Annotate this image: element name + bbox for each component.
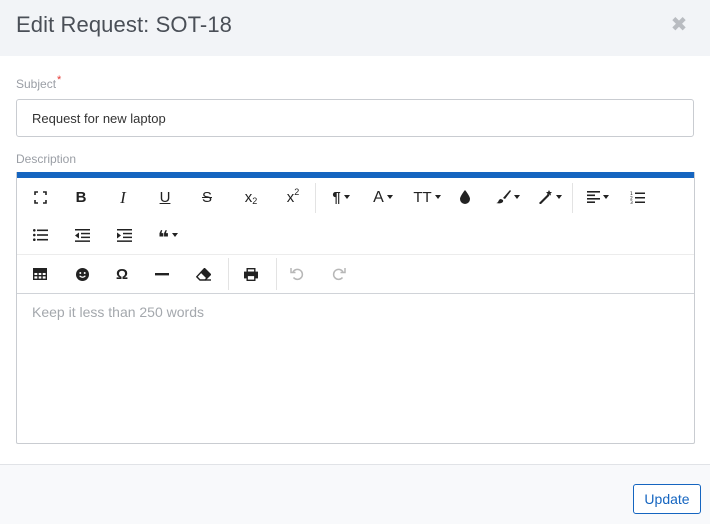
subscript-digit: 2 bbox=[252, 196, 258, 206]
font-size-icon[interactable]: TT bbox=[410, 184, 444, 210]
strikethrough-icon[interactable]: S bbox=[198, 184, 216, 210]
quote-glyph: ❝ bbox=[157, 227, 170, 249]
chevron-down-icon bbox=[172, 233, 179, 237]
quote-icon[interactable]: ❝ bbox=[153, 222, 183, 248]
update-button[interactable]: Update bbox=[633, 484, 701, 514]
emoticon-icon[interactable] bbox=[73, 261, 91, 287]
font-family-glyph: A bbox=[373, 188, 384, 206]
superscript-icon[interactable]: x2 bbox=[282, 184, 304, 210]
chevron-down-icon bbox=[514, 195, 520, 199]
horizontal-line-icon[interactable] bbox=[153, 261, 171, 287]
fullscreen-icon[interactable] bbox=[31, 184, 49, 210]
outdent-icon[interactable] bbox=[73, 222, 91, 248]
align-icon[interactable] bbox=[584, 184, 612, 210]
unordered-list-icon[interactable] bbox=[31, 222, 49, 248]
chevron-down-icon bbox=[386, 195, 393, 199]
description-label: Description bbox=[16, 152, 77, 166]
required-indicator: * bbox=[57, 74, 62, 86]
subscript-icon[interactable]: x2 bbox=[240, 184, 262, 210]
paragraph-format-icon[interactable]: ¶ bbox=[326, 184, 356, 210]
description-editor-area[interactable]: Keep it less than 250 words bbox=[17, 288, 694, 443]
clear-formatting-icon[interactable] bbox=[194, 261, 212, 287]
background-color-icon[interactable] bbox=[493, 184, 523, 210]
toolbar-separator bbox=[315, 183, 316, 213]
superscript-x: x bbox=[286, 188, 295, 206]
editor-placeholder: Keep it less than 250 words bbox=[32, 304, 204, 320]
redo-icon[interactable] bbox=[330, 261, 348, 287]
font-size-glyph: TT bbox=[413, 188, 432, 206]
edit-request-modal: Edit Request: SOT-18 ✖ Subject* Descript… bbox=[0, 0, 710, 524]
inline-style-icon[interactable] bbox=[535, 184, 565, 210]
modal-header: Edit Request: SOT-18 ✖ bbox=[0, 0, 710, 56]
toolbar-divider bbox=[17, 254, 694, 255]
svg-text:3: 3 bbox=[630, 200, 633, 204]
special-characters-icon[interactable]: Ω bbox=[113, 261, 131, 287]
paragraph-glyph: ¶ bbox=[332, 188, 341, 206]
font-family-icon[interactable]: A bbox=[368, 184, 398, 210]
underline-icon[interactable]: U bbox=[156, 184, 174, 210]
description-editor: B I U S x2 x2 ¶ A TT 1 2 3 ❝ Ω Keep it l… bbox=[16, 172, 695, 444]
subject-label-text: Subject bbox=[16, 77, 57, 91]
editor-toolbar: B I U S x2 x2 ¶ A TT 1 2 3 ❝ Ω bbox=[17, 178, 694, 294]
subscript-x: x bbox=[244, 188, 253, 206]
chevron-down-icon bbox=[556, 195, 562, 199]
modal-footer: Update bbox=[0, 464, 710, 524]
undo-icon[interactable] bbox=[288, 261, 306, 287]
chevron-down-icon bbox=[343, 195, 350, 199]
subject-input[interactable] bbox=[16, 99, 694, 137]
superscript-digit: 2 bbox=[294, 187, 300, 197]
text-color-icon[interactable] bbox=[457, 184, 473, 210]
toolbar-separator bbox=[572, 183, 573, 213]
chevron-down-icon bbox=[434, 195, 441, 199]
subject-label: Subject* bbox=[16, 74, 62, 91]
chevron-down-icon bbox=[603, 195, 609, 199]
close-icon[interactable]: ✖ bbox=[670, 15, 688, 35]
print-icon[interactable] bbox=[242, 261, 260, 287]
modal-title: Edit Request: SOT-18 bbox=[16, 12, 232, 37]
bold-icon[interactable]: B bbox=[72, 184, 90, 210]
toolbar-separator bbox=[276, 258, 277, 290]
ordered-list-icon[interactable]: 123 bbox=[628, 184, 646, 210]
toolbar-separator bbox=[228, 258, 229, 290]
table-icon[interactable] bbox=[31, 261, 49, 287]
indent-icon[interactable] bbox=[115, 222, 133, 248]
italic-icon[interactable]: I bbox=[114, 184, 132, 210]
